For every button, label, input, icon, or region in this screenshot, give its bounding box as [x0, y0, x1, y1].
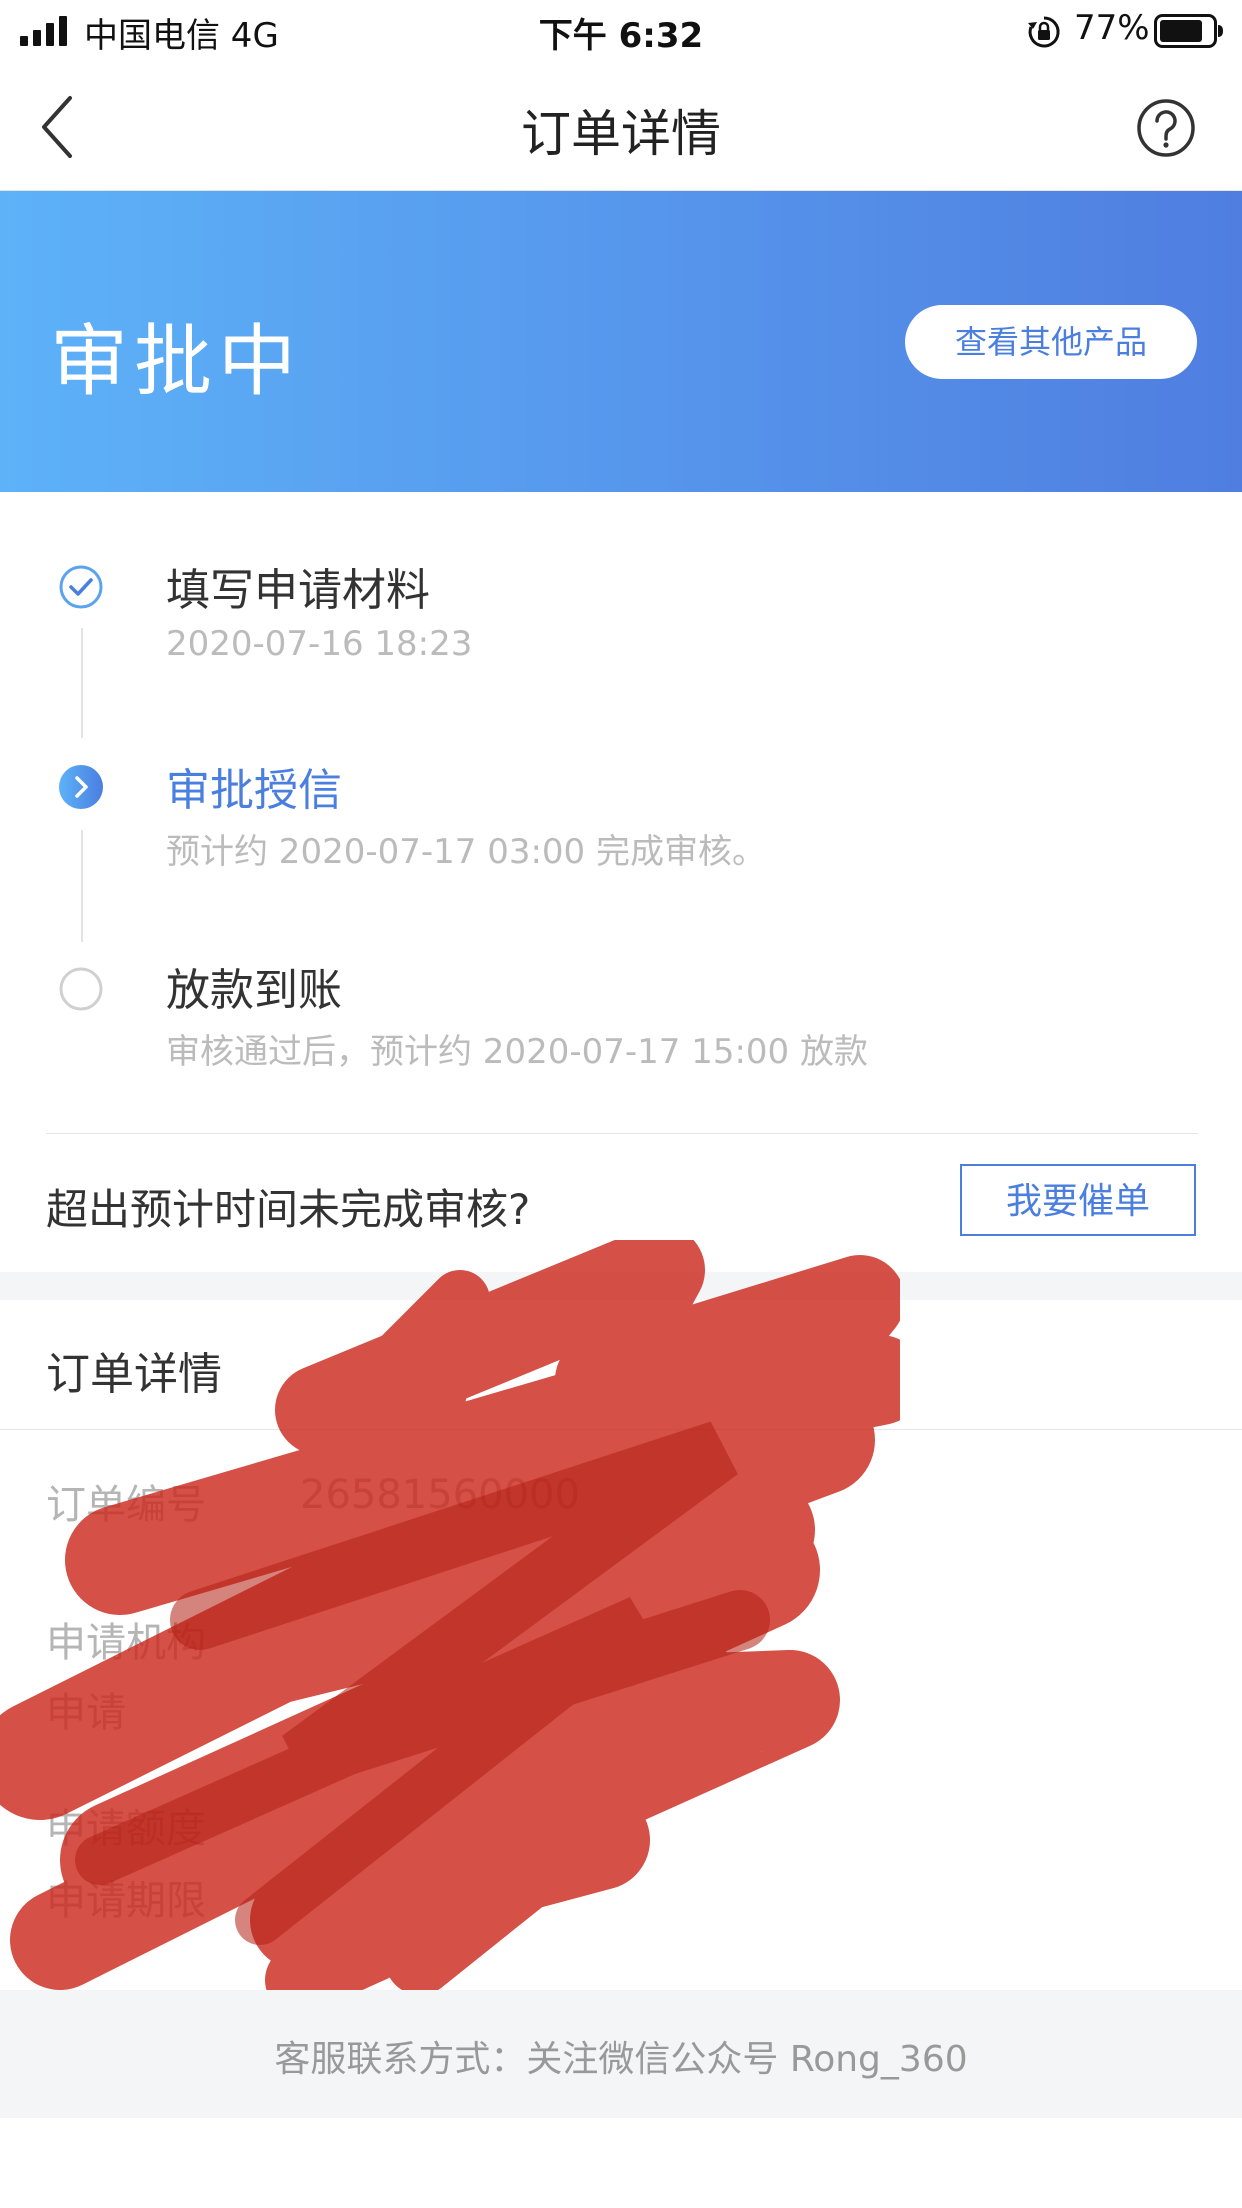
step-subtitle: 预计约 2020-07-17 03:00 完成审核。 [166, 832, 766, 872]
order-status: 审批中 [50, 317, 303, 407]
step-subtitle: 2020-07-16 18:23 [166, 624, 473, 664]
customer-service-contact: 客服联系方式：关注微信公众号 Rong_360 [274, 2039, 968, 2080]
rotation-lock-icon [1028, 16, 1060, 48]
step-title: 放款到账 [166, 965, 342, 1016]
step-title: 填写申请材料 [166, 565, 430, 616]
overdue-question: 超出预计时间未完成审核? [46, 1185, 531, 1234]
step-connector [81, 628, 83, 738]
battery-percent: 77% [1074, 8, 1150, 48]
status-banner: 审批中 查看其他产品 [0, 191, 1242, 492]
redaction-scribble [0, 1240, 900, 2015]
nav-bar: 订单详情 [0, 64, 1242, 191]
footer: 客服联系方式：关注微信公众号 Rong_360 [0, 1990, 1242, 2118]
help-icon[interactable] [1136, 98, 1196, 158]
check-circle-icon [59, 565, 103, 609]
arrow-circle-icon [59, 765, 103, 809]
page-title: 订单详情 [521, 105, 721, 163]
step-subtitle: 审核通过后，预计约 2020-07-17 15:00 放款 [166, 1032, 868, 1072]
divider [46, 1133, 1198, 1134]
step-connector [81, 830, 83, 942]
status-bar: 中国电信 4G 下午 6:32 77% [0, 0, 1242, 64]
battery-icon [1154, 14, 1223, 48]
step-title: 审批授信 [166, 765, 342, 816]
view-other-products-button[interactable]: 查看其他产品 [905, 305, 1197, 379]
progress-steps: 填写申请材料 2020-07-16 18:23 审批授信 预计约 2020-07… [0, 492, 1242, 1272]
urge-order-button[interactable]: 我要催单 [960, 1164, 1196, 1236]
empty-circle-icon [59, 967, 103, 1011]
